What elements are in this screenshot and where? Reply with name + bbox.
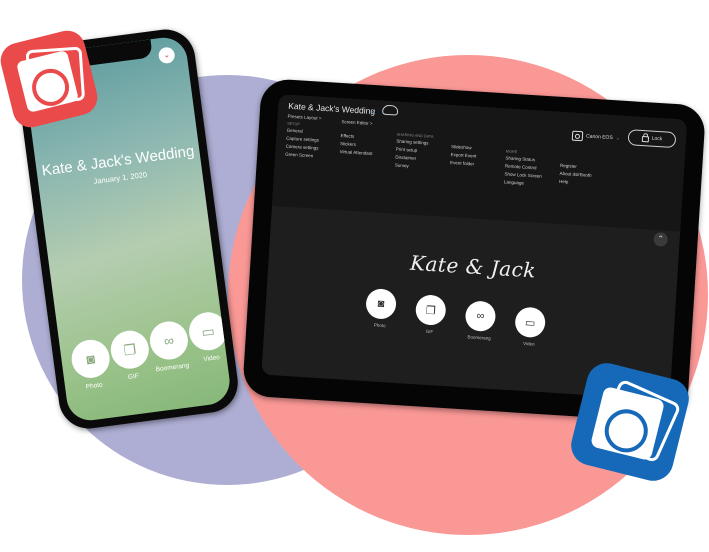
infinity-icon: ∞ xyxy=(476,309,485,323)
camera-selector[interactable]: Canon EOS ⌄ xyxy=(571,130,621,144)
collapse-menu-button[interactable]: ⌃ xyxy=(653,231,669,247)
phone-menu-button[interactable]: ⌄ xyxy=(157,46,176,65)
video-button[interactable]: ▭ xyxy=(514,306,547,339)
boomerang-button[interactable]: ∞ xyxy=(464,300,497,333)
chevron-down-icon: ⌄ xyxy=(615,135,621,142)
lock-label: Lock xyxy=(651,135,663,143)
tablet-video-action[interactable]: ▭ Video xyxy=(512,306,548,347)
tablet-gif-action[interactable]: ❐ GIF xyxy=(412,294,449,341)
boomerang-label: Boomerang xyxy=(467,334,491,341)
photo-label: Photo xyxy=(373,322,386,329)
menu-column-2: Screen Editor > Effects Stickers Virtual… xyxy=(339,118,374,158)
photo-label: Photo xyxy=(85,381,104,391)
phone-gif-action[interactable]: ❐ GIF xyxy=(108,328,153,386)
menu-item-survey[interactable]: Survey xyxy=(395,162,432,172)
gif-button[interactable]: ❐ xyxy=(108,328,152,371)
menu-column-5: MORE Sharing Status Remote Control Show … xyxy=(504,148,544,188)
cloud-icon[interactable] xyxy=(381,104,399,116)
video-icon: ▭ xyxy=(524,316,536,330)
gif-label: GIF xyxy=(425,328,434,335)
camera-name: Canon EOS xyxy=(585,133,613,142)
menu-column-3: SHARING AND DATA Sharing settings Print … xyxy=(395,132,434,172)
photo-icon: ◙ xyxy=(85,350,96,368)
phone-boomerang-action[interactable]: ∞ Boomerang xyxy=(147,319,193,381)
phone-video-action[interactable]: ▭ Video xyxy=(186,309,233,376)
phone-capture-actions: ◙ Photo ❐ GIF ∞ Boomerang ▭ Video xyxy=(69,309,232,393)
boomerang-label: Boomerang xyxy=(155,362,190,374)
chevron-down-icon: ⌄ xyxy=(162,49,171,60)
camera-icon xyxy=(571,130,584,142)
menu-item-virtual-attendant[interactable]: Virtual Attendant xyxy=(339,148,372,158)
tablet-boomerang-action[interactable]: ∞ Boomerang xyxy=(462,300,499,344)
menu-item-event-folder[interactable]: Event folder xyxy=(450,159,476,169)
video-icon: ▭ xyxy=(200,322,216,340)
photo-icon: ◙ xyxy=(377,297,385,311)
infinity-icon: ∞ xyxy=(162,331,175,350)
gif-button[interactable]: ❐ xyxy=(414,294,447,326)
video-label: Video xyxy=(522,340,535,347)
video-button[interactable]: ▭ xyxy=(186,309,230,353)
event-script-title: Kate & Jack xyxy=(409,250,537,283)
gif-icon: ❐ xyxy=(122,340,137,358)
chevron-up-icon: ⌃ xyxy=(657,234,665,244)
boomerang-button[interactable]: ∞ xyxy=(147,319,191,362)
gif-icon: ❐ xyxy=(425,304,437,317)
lock-icon xyxy=(641,135,649,143)
menu-column-4: Slideshow Export Event Event folder xyxy=(450,143,477,169)
phone-photo-action[interactable]: ◙ Photo xyxy=(69,337,113,393)
menu-column-6: Register About dslrBooth Help xyxy=(559,162,592,188)
video-label: Video xyxy=(202,354,221,364)
photo-button[interactable]: ◙ xyxy=(69,337,112,381)
tablet-menu: Kate & Jack's Wedding ⌄ Presets Layout >… xyxy=(271,94,688,232)
tablet-screen: Kate & Jack's Wedding ⌄ Presets Layout >… xyxy=(261,94,688,401)
tablet-capture-actions: ◙ Photo ❐ GIF ∞ Boomerang ▭ Video xyxy=(362,288,549,347)
tablet-photo-action[interactable]: ◙ Photo xyxy=(362,288,399,338)
photo-button[interactable]: ◙ xyxy=(365,288,397,320)
menu-column-1: Presets Layout > SETUP General Capture s… xyxy=(285,113,322,161)
gif-label: GIF xyxy=(127,372,140,382)
lock-button[interactable]: Lock xyxy=(627,129,677,149)
chevron-down-icon[interactable]: ⌄ xyxy=(370,106,377,115)
